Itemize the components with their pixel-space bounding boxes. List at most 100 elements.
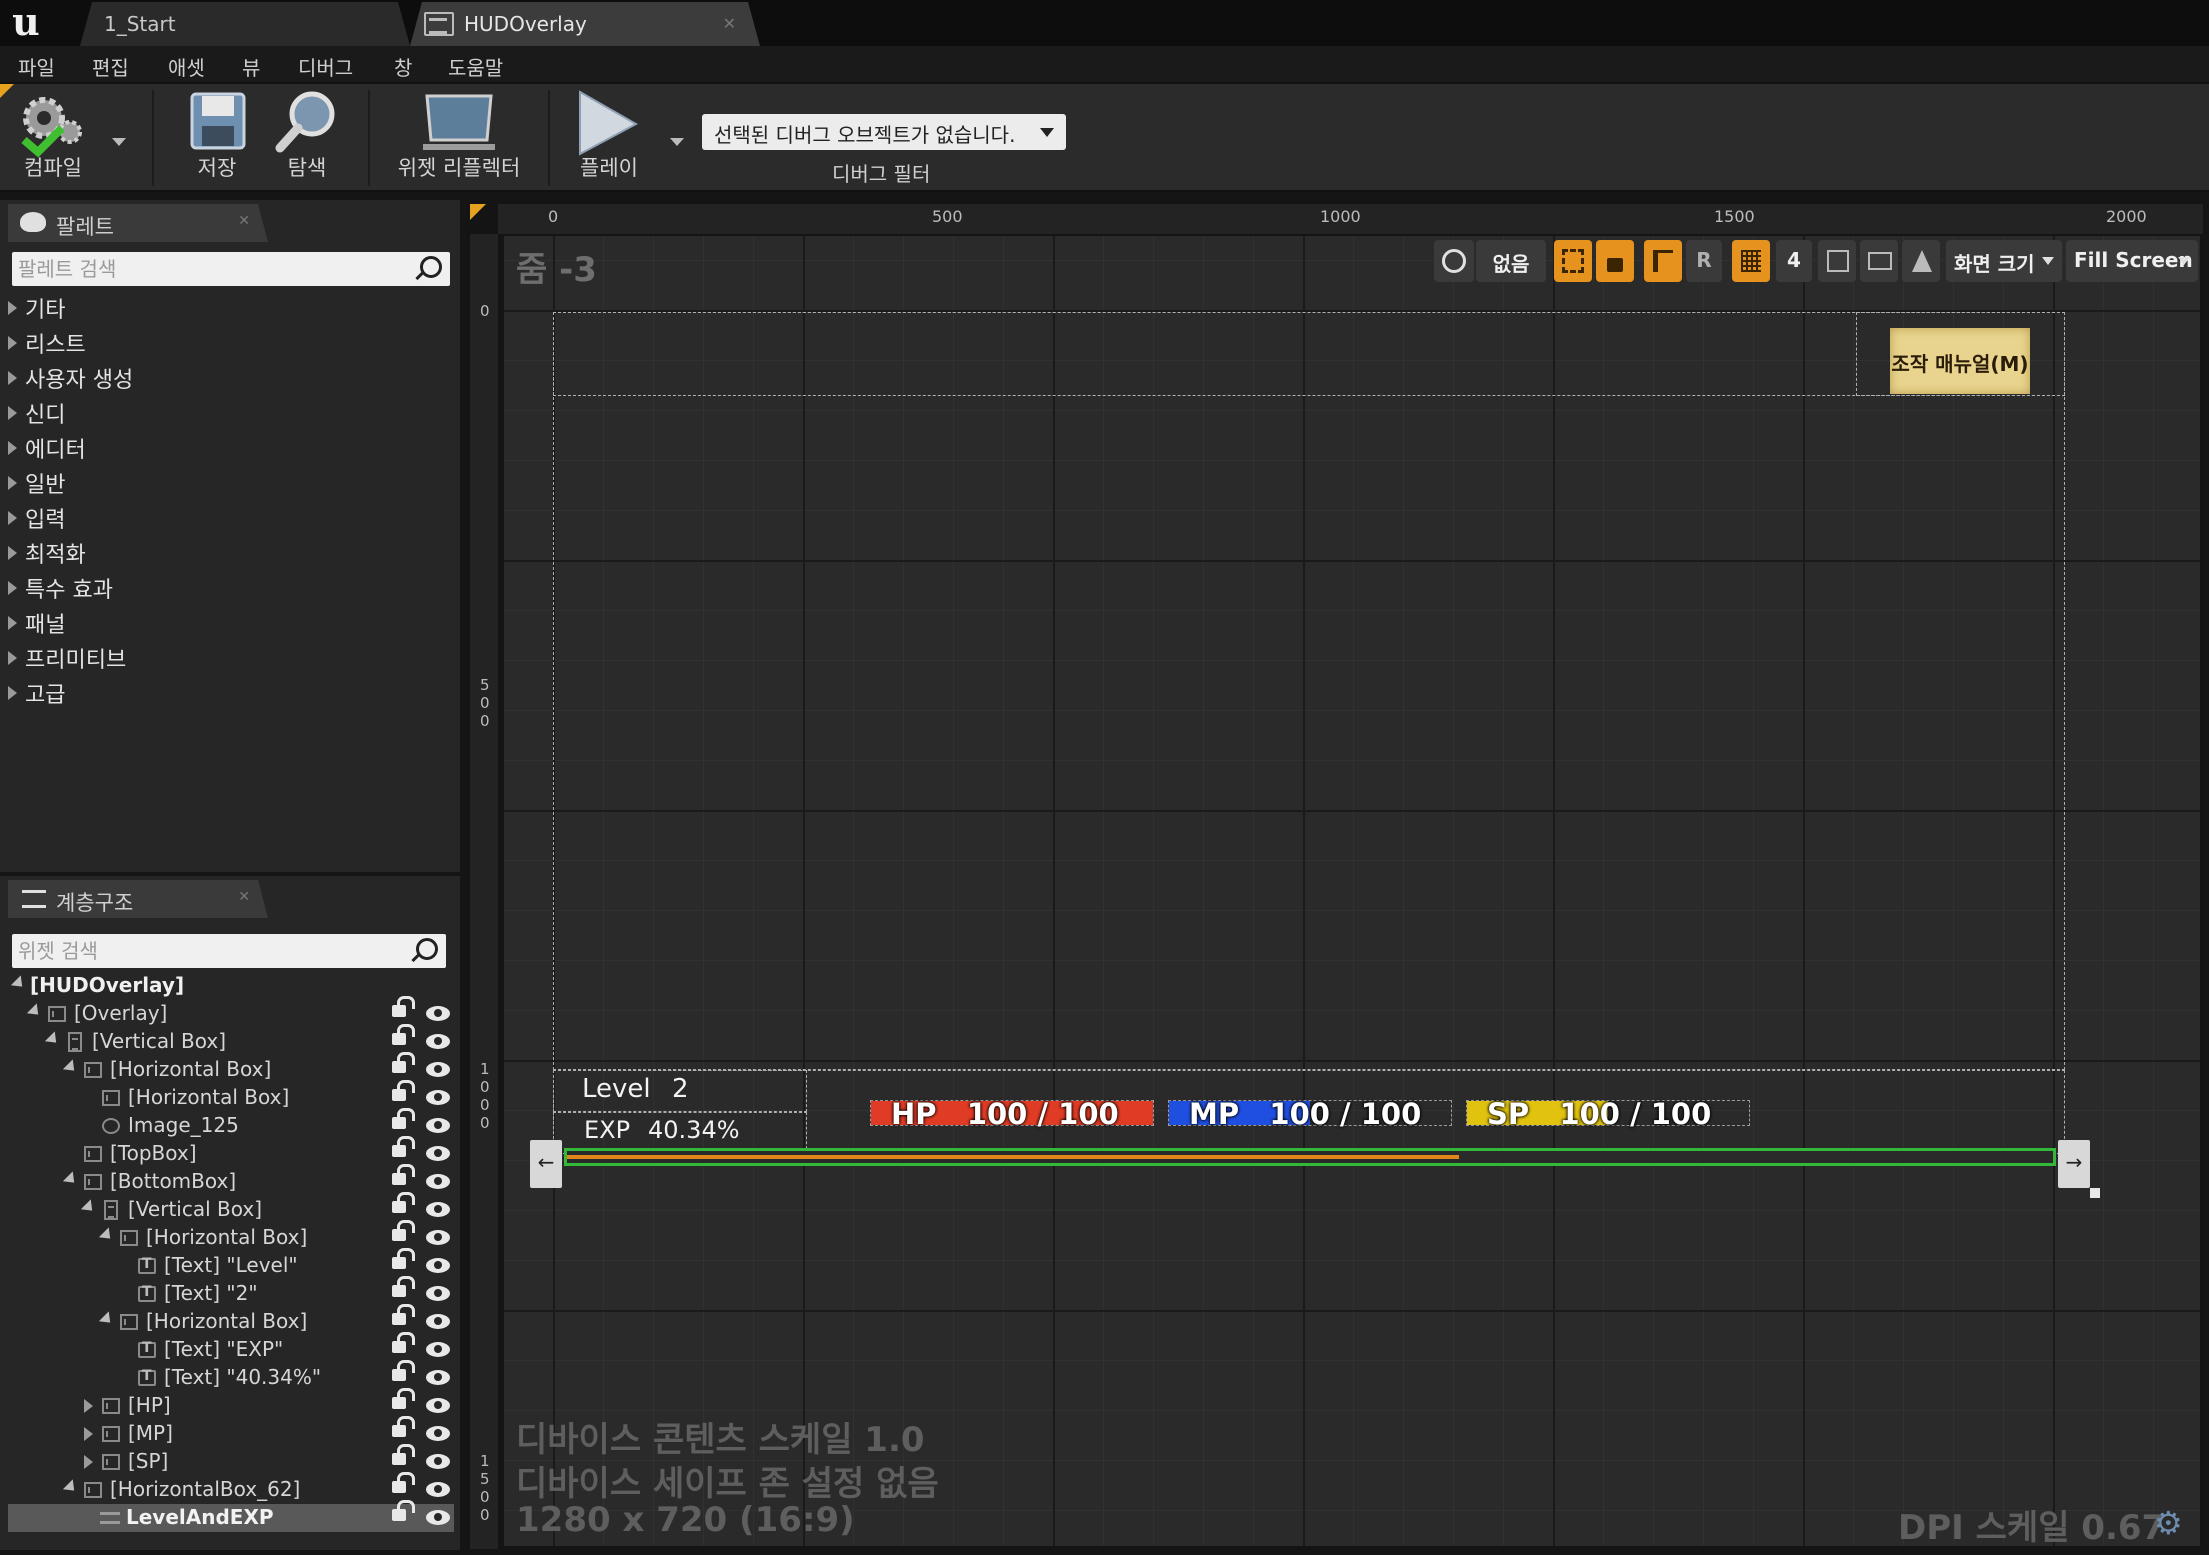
topbox-outline[interactable] [553,312,2065,396]
lock-toggle-button[interactable] [1596,240,1634,282]
visibility-eye-icon[interactable] [426,1062,450,1077]
outline-toggle-button[interactable] [1554,240,1592,282]
hierarchy-tab[interactable]: 계층구조 ✕ [8,880,268,918]
menu-view[interactable]: 뷰 [242,52,260,81]
unlock-icon[interactable] [392,1248,415,1269]
hierarchy-item-topbox[interactable]: [TopBox] [6,1136,456,1168]
palette-tab[interactable]: 팔레트 ✕ [8,204,268,242]
resize-corner-handle[interactable] [2090,1188,2100,1198]
hierarchy-item-image[interactable]: Image_125 [6,1108,456,1140]
hierarchy-item-vertical-box[interactable]: [Vertical Box] [6,1024,456,1056]
unlock-icon[interactable] [392,1304,415,1325]
unlock-icon[interactable] [392,996,415,1017]
close-icon[interactable]: ✕ [238,213,250,229]
visibility-eye-icon[interactable] [426,1118,450,1133]
unlock-icon[interactable] [392,1164,415,1185]
palette-category[interactable]: 입력 [8,502,65,534]
menu-asset[interactable]: 애셋 [168,52,205,81]
hierarchy-item-hudoverlay[interactable]: [HUDOverlay] [6,972,456,1000]
palette-category[interactable]: 특수 효과 [8,572,113,604]
visibility-eye-icon[interactable] [426,1510,450,1525]
visibility-eye-icon[interactable] [426,1174,450,1189]
hierarchy-item-text-level[interactable]: [Text] "Level" [6,1248,456,1280]
palette-category[interactable]: 일반 [8,467,65,499]
menu-window[interactable]: 창 [394,52,412,81]
palette-search-input[interactable] [18,254,369,284]
unlock-icon[interactable] [392,1500,415,1521]
visibility-eye-icon[interactable] [426,1090,450,1105]
palette-category[interactable]: 기타 [8,292,65,324]
expand-arrow-icon[interactable] [84,1455,93,1469]
visibility-eye-icon[interactable] [426,1342,450,1357]
unlock-icon[interactable] [392,1108,415,1129]
hierarchy-item-mp[interactable]: [MP] [6,1416,456,1448]
hierarchy-item-text-2[interactable]: [Text] "2" [6,1276,456,1308]
grid-size-select[interactable]: 4 [1776,240,1812,282]
unlock-icon[interactable] [392,1080,415,1101]
close-icon[interactable]: ✕ [238,889,250,905]
unlock-icon[interactable] [392,1332,415,1353]
render-toggle-button[interactable]: R [1686,240,1722,282]
localization-none-select[interactable]: 없음 [1476,240,1546,282]
compile-options-dropdown[interactable] [112,138,126,146]
hierarchy-item-horizontal-box[interactable]: [Horizontal Box] [6,1304,456,1336]
visibility-eye-icon[interactable] [426,1370,450,1385]
widget-search-input[interactable] [18,936,366,966]
resize-left-handle[interactable]: ← [530,1140,562,1188]
visibility-eye-icon[interactable] [426,1146,450,1161]
unlock-icon[interactable] [392,1416,415,1437]
hierarchy-item-bottombox[interactable]: [BottomBox] [6,1164,456,1196]
palette-category[interactable]: 프리미티브 [8,642,126,674]
menu-help[interactable]: 도움말 [448,52,503,81]
unlock-icon[interactable] [392,1388,415,1409]
unlock-icon[interactable] [392,1444,415,1465]
visibility-eye-icon[interactable] [426,1314,450,1329]
expand-arrow-icon[interactable] [84,1399,93,1413]
visibility-eye-icon[interactable] [426,1006,450,1021]
hud-root-outline[interactable] [553,312,2065,1070]
visibility-eye-icon[interactable] [426,1034,450,1049]
close-icon[interactable]: ✕ [723,14,736,33]
fill-screen-select[interactable]: Fill Screen [2066,240,2198,282]
palette-category[interactable]: 최적화 [8,537,86,569]
browse-button[interactable]: 탐색 [270,84,344,190]
menu-debug[interactable]: 디버그 [298,52,353,81]
debug-object-select[interactable]: 선택된 디버그 오브젝트가 없습니다. [702,114,1066,150]
unlock-icon[interactable] [392,1024,415,1045]
tab-1-start[interactable]: 1_Start [80,2,410,46]
hierarchy-item-text-exp-value[interactable]: [Text] "40.34%" [6,1360,456,1392]
manual-button[interactable]: 조작 매뉴얼(M) [1890,328,2030,394]
background-toggle-button[interactable] [1860,240,1898,282]
hierarchy-item-horizontal-box[interactable]: [Horizontal Box] [6,1220,456,1252]
unlock-icon[interactable] [392,1360,415,1381]
palette-category[interactable]: 사용자 생성 [8,362,133,394]
unlock-icon[interactable] [392,1052,415,1073]
resize-right-handle[interactable]: → [2058,1140,2090,1188]
unlock-icon[interactable] [392,1220,415,1241]
hierarchy-item-horizontal-box[interactable]: [Horizontal Box] [6,1080,456,1112]
palette-category[interactable]: 리스트 [8,327,86,359]
visibility-eye-icon[interactable] [426,1426,450,1441]
play-options-dropdown[interactable] [670,138,684,146]
palette-search[interactable] [12,252,450,286]
menu-file[interactable]: 파일 [18,52,55,81]
palette-category[interactable]: 패널 [8,607,65,639]
unlock-icon[interactable] [392,1472,415,1493]
hierarchy-item-levelandexp-selected[interactable]: LevelAndEXP [8,1500,454,1532]
hierarchy-item-hp[interactable]: [HP] [6,1388,456,1420]
hierarchy-item-horizontalbox-62[interactable]: [HorizontalBox_62] [6,1472,456,1504]
menu-edit[interactable]: 편집 [92,52,129,81]
flip-button[interactable] [1902,240,1940,282]
hierarchy-item-overlay[interactable]: [Overlay] [6,996,456,1028]
compile-button[interactable]: 컴파일 [6,84,100,190]
grid-snap-button[interactable] [1732,240,1770,282]
widget-search[interactable] [12,934,446,968]
unlock-icon[interactable] [392,1192,415,1213]
hierarchy-item-sp[interactable]: [SP] [6,1444,456,1476]
save-button[interactable]: 저장 [180,84,254,190]
localization-globe-button[interactable] [1434,240,1474,282]
palette-category[interactable]: 고급 [8,677,65,709]
visibility-eye-icon[interactable] [426,1482,450,1497]
settings-gear-icon[interactable]: ⚙ [2154,1504,2183,1542]
respect-locks-button[interactable] [1644,240,1682,282]
